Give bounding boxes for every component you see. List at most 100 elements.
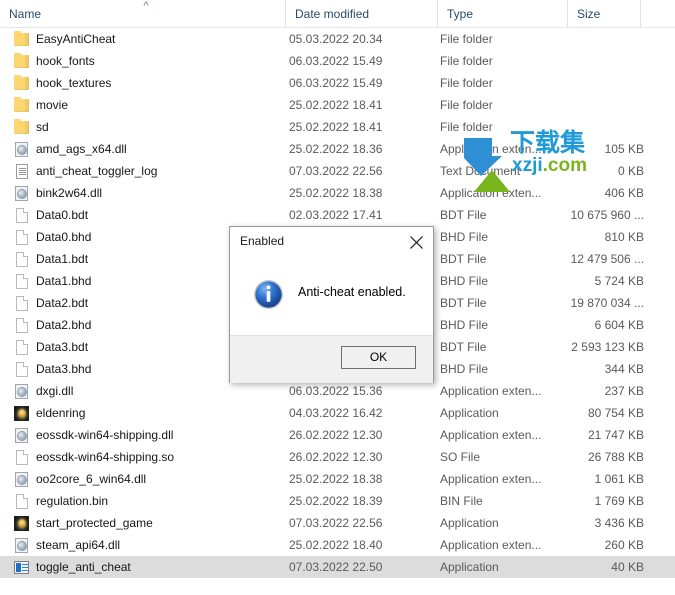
- file-name-cell: eldenring: [36, 406, 86, 420]
- column-header-row: ^ Name Date modified Type Size: [0, 0, 675, 28]
- file-name-cell: amd_ags_x64.dll: [36, 142, 127, 156]
- folder-icon: [14, 119, 29, 134]
- table-row[interactable]: sd 25.02.2022 18.41 File folder: [0, 116, 675, 138]
- file-name-cell: steam_api64.dll: [36, 538, 121, 552]
- file-name-cell: EasyAntiCheat: [36, 32, 116, 46]
- file-name-cell: eossdk-win64-shipping.dll: [36, 428, 174, 442]
- date-modified-cell: 06.03.2022 15.49: [289, 76, 383, 90]
- generic-file-icon: [16, 274, 28, 289]
- table-row[interactable]: EasyAntiCheat 05.03.2022 20.34 File folder: [0, 28, 675, 50]
- size-cell: 10 675 960 ...: [570, 208, 644, 222]
- date-modified-cell: 07.03.2022 22.50: [289, 560, 383, 574]
- date-modified-cell: 25.02.2022 18.36: [289, 142, 383, 156]
- table-row[interactable]: bink2w64.dll 25.02.2022 18.38 Application …: [0, 182, 675, 204]
- folder-icon: [14, 75, 29, 90]
- size-cell: 2 593 123 KB: [571, 340, 644, 354]
- dialog-message: Anti-cheat enabled.: [298, 285, 406, 299]
- date-modified-cell: 26.02.2022 12.30: [289, 428, 383, 442]
- column-header-name[interactable]: Name: [0, 0, 285, 27]
- table-row[interactable]: anti_cheat_toggler_log 07.03.2022 22.56 Te…: [0, 160, 675, 182]
- type-cell: File folder: [440, 54, 493, 68]
- generic-file-icon: [16, 252, 28, 267]
- table-row[interactable]: amd_ags_x64.dll 25.02.2022 18.36 Applicati…: [0, 138, 675, 160]
- file-name-cell: Data0.bdt: [36, 208, 89, 222]
- folder-icon: [14, 31, 29, 46]
- generic-file-icon: [16, 230, 28, 245]
- generic-file-icon: [16, 340, 28, 355]
- table-row[interactable]: eossdk-win64-shipping.dll 26.02.2022 12.3…: [0, 424, 675, 446]
- column-header-spacer: [640, 0, 675, 27]
- type-cell: SO File: [440, 450, 481, 464]
- dll-icon: [15, 142, 28, 157]
- dialog-body: Anti-cheat enabled.: [230, 257, 433, 335]
- type-cell: Application: [440, 516, 499, 530]
- table-row[interactable]: toggle_anti_cheat 07.03.2022 22.50 Applica…: [0, 556, 675, 578]
- date-modified-cell: 07.03.2022 22.56: [289, 164, 383, 178]
- type-cell: Application exten...: [440, 142, 542, 156]
- table-row[interactable]: hook_textures 06.03.2022 15.49 File folder: [0, 72, 675, 94]
- type-cell: BHD File: [440, 318, 489, 332]
- size-cell: 6 604 KB: [594, 318, 644, 332]
- size-cell: [560, 94, 644, 116]
- file-name-cell: sd: [36, 120, 49, 134]
- size-cell: [560, 72, 644, 94]
- dll-icon: [15, 538, 28, 553]
- file-name-cell: hook_fonts: [36, 54, 95, 68]
- table-row[interactable]: eldenring 04.03.2022 16.42 Application 80 7…: [0, 402, 675, 424]
- date-modified-cell: 25.02.2022 18.41: [289, 120, 383, 134]
- generic-file-icon: [16, 318, 28, 333]
- size-cell: 1 769 KB: [594, 494, 644, 508]
- table-row[interactable]: hook_fonts 06.03.2022 15.49 File folder: [0, 50, 675, 72]
- table-row[interactable]: eossdk-win64-shipping.so 26.02.2022 12.30…: [0, 446, 675, 468]
- date-modified-cell: 06.03.2022 15.49: [289, 54, 383, 68]
- dll-icon: [15, 186, 28, 201]
- ok-button[interactable]: OK: [341, 346, 416, 369]
- date-modified-cell: 02.03.2022 17.41: [289, 208, 383, 222]
- table-row[interactable]: movie 25.02.2022 18.41 File folder: [0, 94, 675, 116]
- date-modified-cell: 26.02.2022 12.30: [289, 450, 383, 464]
- text-file-icon: [16, 164, 28, 179]
- file-name-cell: start_protected_game: [36, 516, 153, 530]
- table-row[interactable]: oo2core_6_win64.dll 25.02.2022 18.38 Appli…: [0, 468, 675, 490]
- info-icon: [253, 279, 284, 310]
- type-cell: BDT File: [440, 296, 487, 310]
- size-cell: 19 870 034 ...: [570, 296, 644, 310]
- size-cell: 12 479 506 ...: [570, 252, 644, 266]
- column-header-type[interactable]: Type: [437, 0, 567, 27]
- type-cell: BDT File: [440, 252, 487, 266]
- table-row[interactable]: steam_api64.dll 25.02.2022 18.40 Applicati…: [0, 534, 675, 556]
- column-header-size[interactable]: Size: [567, 0, 640, 27]
- table-row[interactable]: Data0.bdt 02.03.2022 17.41 BDT File 10 675 …: [0, 204, 675, 226]
- date-modified-cell: 07.03.2022 22.56: [289, 516, 383, 530]
- size-cell: 40 KB: [611, 560, 644, 574]
- date-modified-cell: 25.02.2022 18.40: [289, 538, 383, 552]
- dialog-footer: OK: [230, 335, 433, 383]
- size-cell: 3 436 KB: [594, 516, 644, 530]
- size-cell: [560, 28, 644, 50]
- generic-file-icon: [16, 296, 28, 311]
- generic-file-icon: [16, 450, 28, 465]
- table-row[interactable]: dxgi.dll 06.03.2022 15.36 Application exte…: [0, 380, 675, 402]
- app-icon: [14, 516, 29, 531]
- size-cell: 21 747 KB: [587, 428, 644, 442]
- type-cell: BDT File: [440, 340, 487, 354]
- size-cell: 105 KB: [604, 142, 644, 156]
- file-name-cell: hook_textures: [36, 76, 112, 90]
- console-app-icon: [14, 561, 29, 574]
- date-modified-cell: 25.02.2022 18.39: [289, 494, 383, 508]
- table-row[interactable]: regulation.bin 25.02.2022 18.39 BIN File 1 …: [0, 490, 675, 512]
- generic-file-icon: [16, 208, 28, 223]
- close-icon[interactable]: [399, 227, 433, 255]
- type-cell: File folder: [440, 32, 493, 46]
- size-cell: 406 KB: [604, 186, 644, 200]
- size-cell: 26 788 KB: [587, 450, 644, 464]
- file-name-cell: regulation.bin: [36, 494, 109, 508]
- file-name-cell: movie: [36, 98, 69, 112]
- size-cell: 0 KB: [617, 164, 644, 178]
- column-header-date-modified[interactable]: Date modified: [285, 0, 437, 27]
- table-row[interactable]: start_protected_game 07.03.2022 22.56 Appl…: [0, 512, 675, 534]
- enabled-message-dialog: Enabled Anti-cheat enabled. OK: [229, 226, 434, 383]
- size-cell: 5 724 KB: [594, 274, 644, 288]
- date-modified-cell: 25.02.2022 18.38: [289, 186, 383, 200]
- size-cell: 810 KB: [604, 230, 644, 244]
